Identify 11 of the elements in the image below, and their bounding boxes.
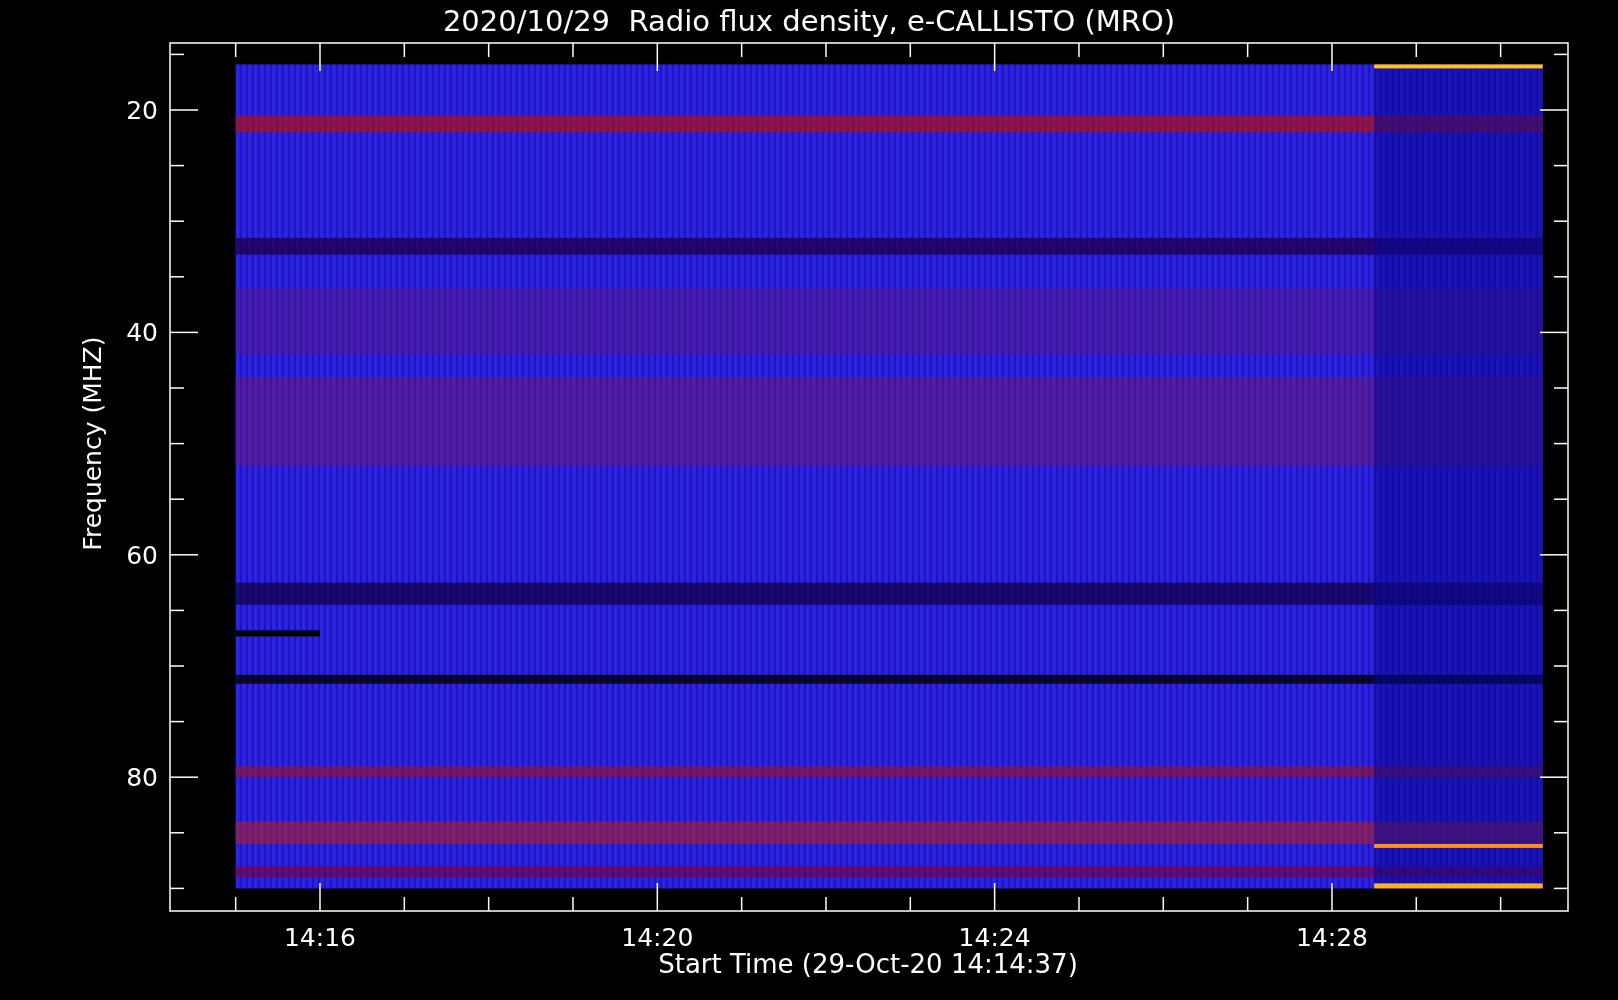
y-tick-label: 80 [126, 763, 158, 793]
x-tick-label: 14:28 [1295, 923, 1368, 952]
chart-title: 2020/10/29 Radio flux density, e-CALLISTO (MRO) [442, 3, 1176, 40]
y-tick-label: 60 [126, 540, 158, 570]
x-tick-label: 14:20 [621, 923, 694, 952]
x-tick-label: 14:16 [284, 923, 356, 952]
y-tick-label: 20 [126, 96, 158, 125]
y-axis-label: Frequency (MHZ) [78, 336, 107, 551]
y-tick-label: 40 [126, 318, 158, 348]
x-axis-label: Start Time (29-Oct-20 14:14:37) [658, 949, 1078, 979]
x-tick-label: 14:24 [958, 923, 1031, 952]
